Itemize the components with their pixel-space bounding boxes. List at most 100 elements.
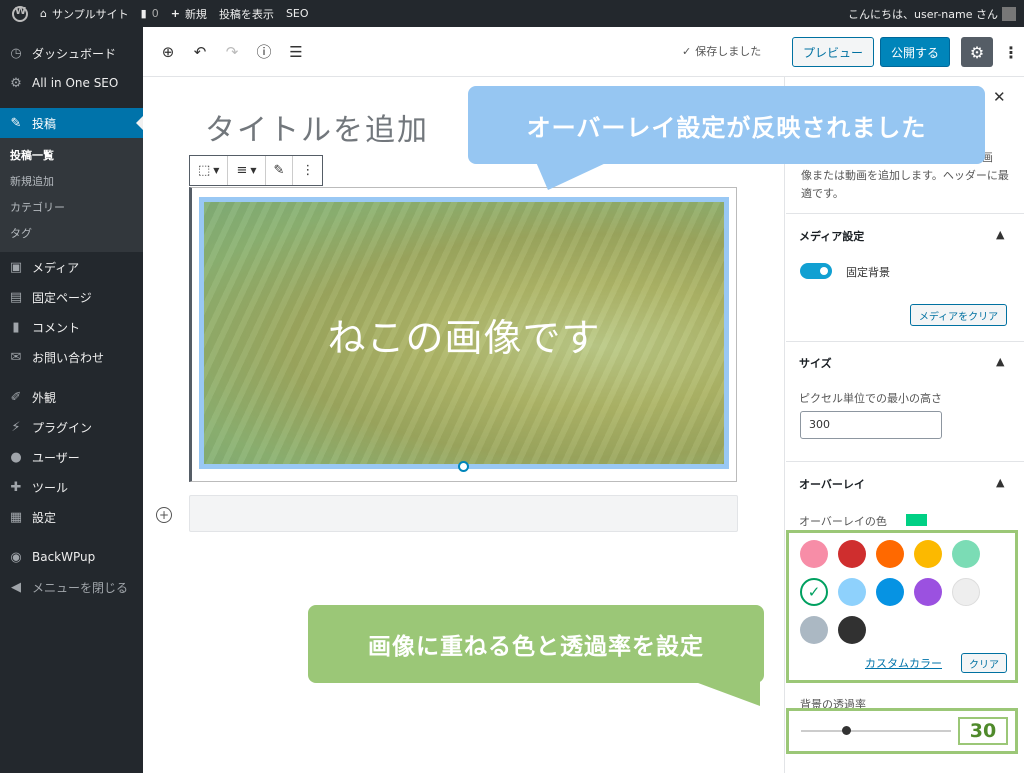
sidebar-item-contact[interactable]: ✉ お問い合わせ [0,342,143,372]
custom-color-link[interactable]: カスタムカラー [865,655,942,671]
collapse-icon: ◀ [11,579,21,595]
undo-icon[interactable]: ↶ [189,41,211,63]
color-swatch[interactable] [914,540,942,568]
sidebar-item-tools[interactable]: ✚ ツール [0,472,143,502]
color-swatch[interactable] [914,578,942,606]
publish-button[interactable]: 公開する [880,37,950,67]
opacity-slider-track[interactable] [801,730,951,732]
new-content-link[interactable]: + 新規 [171,6,207,22]
empty-paragraph-block[interactable] [189,495,738,532]
preview-button[interactable]: プレビュー [792,37,874,67]
sidebar-item-comments[interactable]: ▮ コメント [0,312,143,342]
clear-media-button[interactable]: メディアをクリア [910,304,1007,326]
cover-block[interactable]: ねこの画像です [199,197,729,469]
sidebar-item-settings[interactable]: ▦ 設定 [0,502,143,532]
resize-handle[interactable] [458,461,469,472]
color-swatch[interactable]: ✓ [800,578,828,606]
color-palette: ✓ カスタムカラー クリア [786,530,1018,683]
block-type-button[interactable]: ⬚ ▼ [190,156,229,185]
gear-icon: ⚙ [969,42,985,62]
media-icon: ▣ [9,259,23,275]
comments-link[interactable]: ▮ 0 [141,7,159,20]
overlay-color-indicator [906,514,927,526]
submenu-tags[interactable]: タグ [0,220,143,246]
overlay-panel-title[interactable]: オーバーレイ [799,476,865,492]
media-settings-title[interactable]: メディア設定 [799,228,864,244]
chevron-up-icon[interactable]: ▲ [996,355,1004,368]
submenu-categories[interactable]: カテゴリー [0,194,143,220]
plus-icon: + [170,7,180,20]
sidebar-item-plugins[interactable]: ⚡ プラグイン [0,412,143,442]
check-icon: ✓ [807,583,821,601]
min-height-input[interactable]: 300 [800,411,942,439]
sidebar-item-dashboard[interactable]: ◷ ダッシュボード [0,38,143,68]
callout-set-color-opacity: 画像に重ねる色と透過率を設定 [308,605,764,683]
collapse-menu-button[interactable]: ◀ メニューを閉じる [0,572,143,602]
user-icon: ● [10,449,22,465]
sidebar-item-media[interactable]: ▣ メディア [0,252,143,282]
posts-submenu: 投稿一覧 新規追加 カテゴリー タグ [0,138,143,252]
size-panel-title[interactable]: サイズ [799,355,832,371]
sidebar-item-appearance[interactable]: ✐ 外観 [0,382,143,412]
brush-icon: ✐ [10,389,22,405]
wp-logo-icon[interactable] [12,5,28,22]
color-swatch[interactable] [800,616,828,644]
chevron-down-icon: ▼ [213,166,220,175]
seo-link[interactable]: SEO [286,7,309,20]
editor-header: ⊕ ↶ ↷ ⓘ ☰ ✓ 保存しました プレビュー 公開する ⚙ ⋮ [143,27,1024,77]
wrench-icon: ✚ [10,479,22,495]
color-swatch[interactable] [838,540,866,568]
cover-block-icon: ⬚ [198,163,211,178]
chevron-up-icon[interactable]: ▲ [996,228,1004,241]
saved-status: ✓ 保存しました [682,44,762,59]
settings-toggle-button[interactable]: ⚙ [961,37,993,67]
align-icon: ≡ [236,163,248,178]
mail-icon: ✉ [10,349,22,365]
submenu-all-posts[interactable]: 投稿一覧 [0,142,143,168]
opacity-slider-thumb[interactable] [842,726,851,735]
block-toolbar: ⬚ ▼ ≡ ▼ ✎ ⋮ [189,155,324,186]
color-swatch[interactable] [876,540,904,568]
cover-text[interactable]: ねこの画像です [204,307,724,362]
color-swatch[interactable] [838,616,866,644]
color-swatch[interactable] [838,578,866,606]
sidebar-item-posts[interactable]: ✎ 投稿 [0,108,143,138]
inline-add-block-icon[interactable]: + [156,507,172,523]
page-icon: ▤ [9,289,23,305]
color-swatch[interactable] [876,578,904,606]
color-swatch[interactable] [952,578,980,606]
outline-icon[interactable]: ☰ [285,41,307,63]
avatar [1002,6,1016,21]
sidebar-item-pages[interactable]: ▤ 固定ページ [0,282,143,312]
callout-tail [536,162,608,190]
callout-tail [690,680,760,706]
sidebar-item-users[interactable]: ● ユーザー [0,442,143,472]
add-block-icon[interactable]: ⊕ [157,41,179,63]
sidebar-item-backwpup[interactable]: ◉ BackWPup [0,542,143,572]
view-post-link[interactable]: 投稿を表示 [219,6,274,22]
post-title-input[interactable]: タイトルを追加 [205,105,429,149]
color-swatch[interactable] [800,540,828,568]
more-menu-icon[interactable]: ⋮ [1003,39,1019,65]
site-name-link[interactable]: ⌂ サンプルサイト [40,6,129,22]
sidebar-item-aioseo[interactable]: ⚙ All in One SEO [0,68,143,98]
info-icon[interactable]: ⓘ [253,41,275,63]
submenu-add-new[interactable]: 新規追加 [0,168,143,194]
edit-media-button[interactable]: ✎ [266,156,294,185]
fixed-background-toggle[interactable] [800,263,832,279]
pencil-icon: ✎ [273,163,285,178]
redo-icon[interactable]: ↷ [221,41,243,63]
admin-sidebar: ◷ ダッシュボード ⚙ All in One SEO ✎ 投稿 投稿一覧 新規追… [0,27,143,773]
comment-icon: ▮ [12,319,20,335]
chevron-up-icon[interactable]: ▲ [996,476,1004,489]
settings-icon: ▦ [9,509,23,525]
block-more-button[interactable]: ⋮ [293,156,322,185]
opacity-value-input[interactable]: 30 [958,717,1008,745]
clear-color-button[interactable]: クリア [961,653,1007,673]
home-icon: ⌂ [40,7,47,20]
close-icon[interactable]: ✕ [993,88,1006,106]
color-swatch[interactable] [952,540,980,568]
align-button[interactable]: ≡ ▼ [228,156,266,185]
account-menu[interactable]: こんにちは、user-name さん [848,0,1016,27]
comment-icon: ▮ [140,7,147,20]
